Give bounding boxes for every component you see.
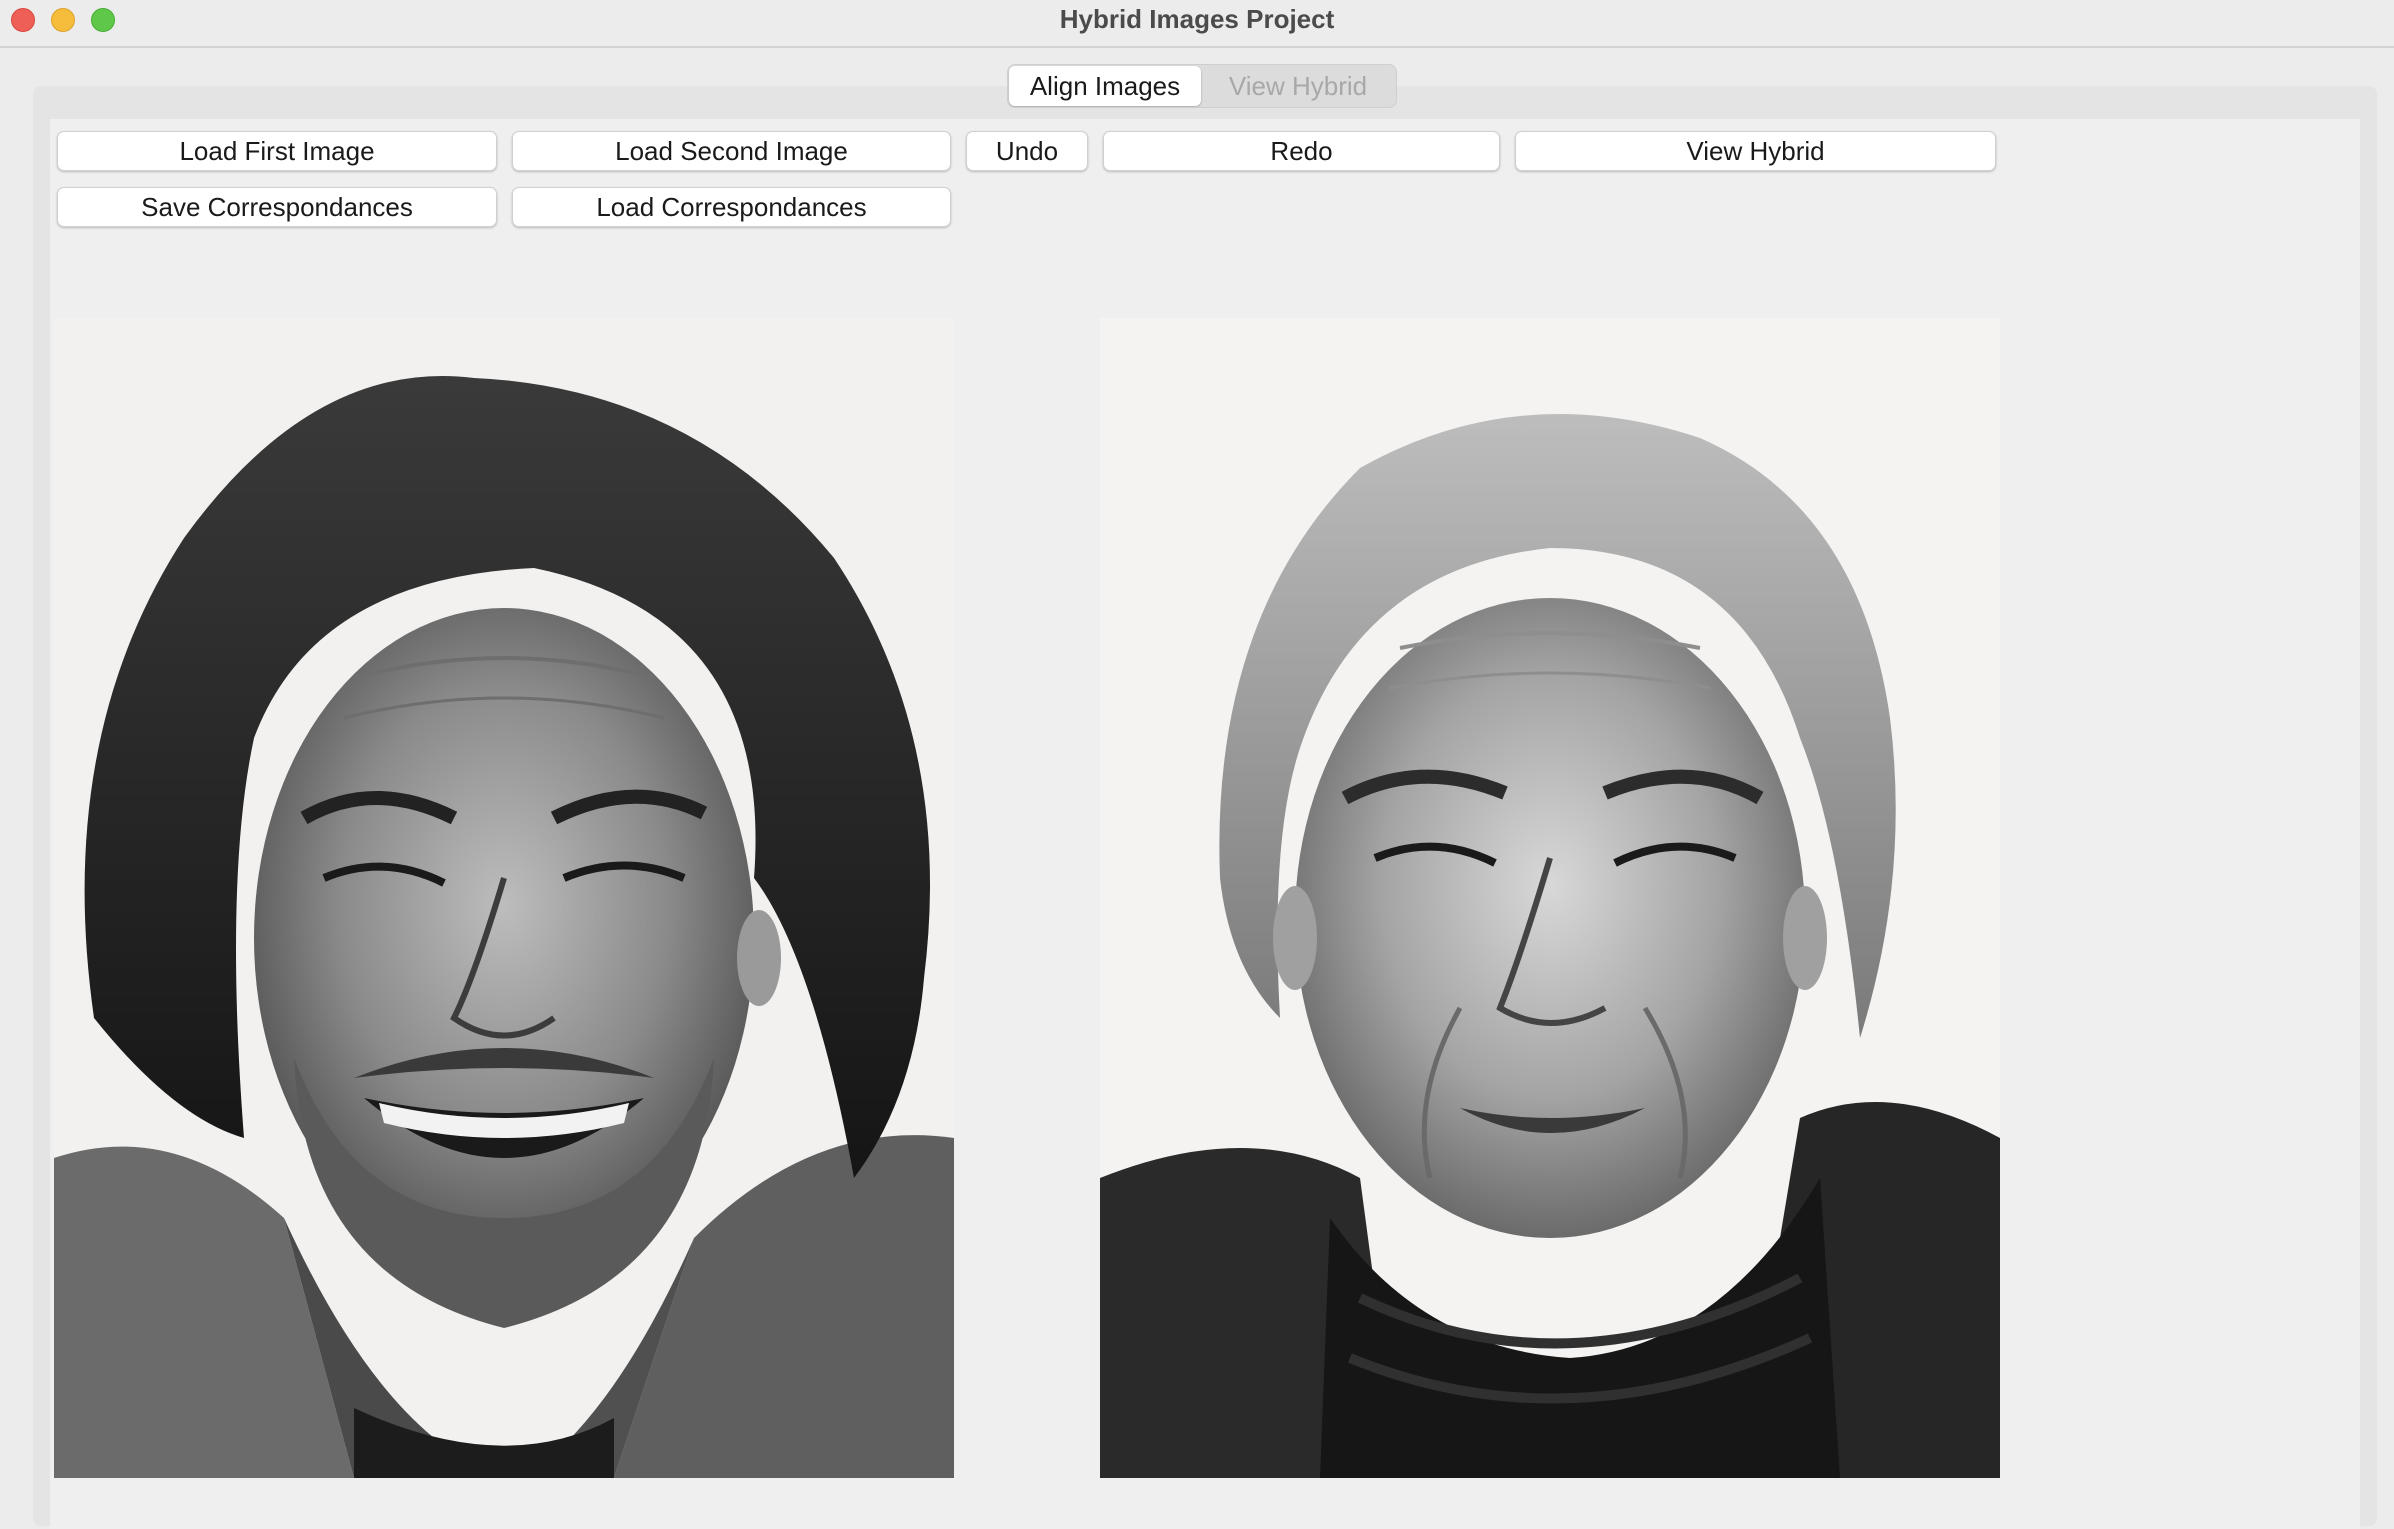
save-correspondances-button[interactable]: Save Correspondances [57, 187, 497, 227]
first-image-portrait [54, 318, 954, 1478]
undo-button[interactable]: Undo [966, 131, 1088, 171]
load-correspondances-button[interactable]: Load Correspondances [512, 187, 951, 227]
second-image[interactable] [1100, 318, 2000, 1478]
title-bar: Hybrid Images Project [0, 0, 2394, 48]
tab-view-hybrid[interactable]: View Hybrid [1201, 66, 1395, 106]
tab-bar: Align Images View Hybrid [1007, 64, 1397, 108]
second-image-portrait [1100, 318, 2000, 1478]
first-image[interactable] [54, 318, 954, 1478]
window-title: Hybrid Images Project [1059, 4, 1335, 34]
tab-align-images[interactable]: Align Images [1009, 66, 1201, 106]
load-second-image-button[interactable]: Load Second Image [512, 131, 951, 171]
redo-button[interactable]: Redo [1103, 131, 1500, 171]
view-hybrid-button[interactable]: View Hybrid [1515, 131, 1996, 171]
load-first-image-button[interactable]: Load First Image [57, 131, 497, 171]
